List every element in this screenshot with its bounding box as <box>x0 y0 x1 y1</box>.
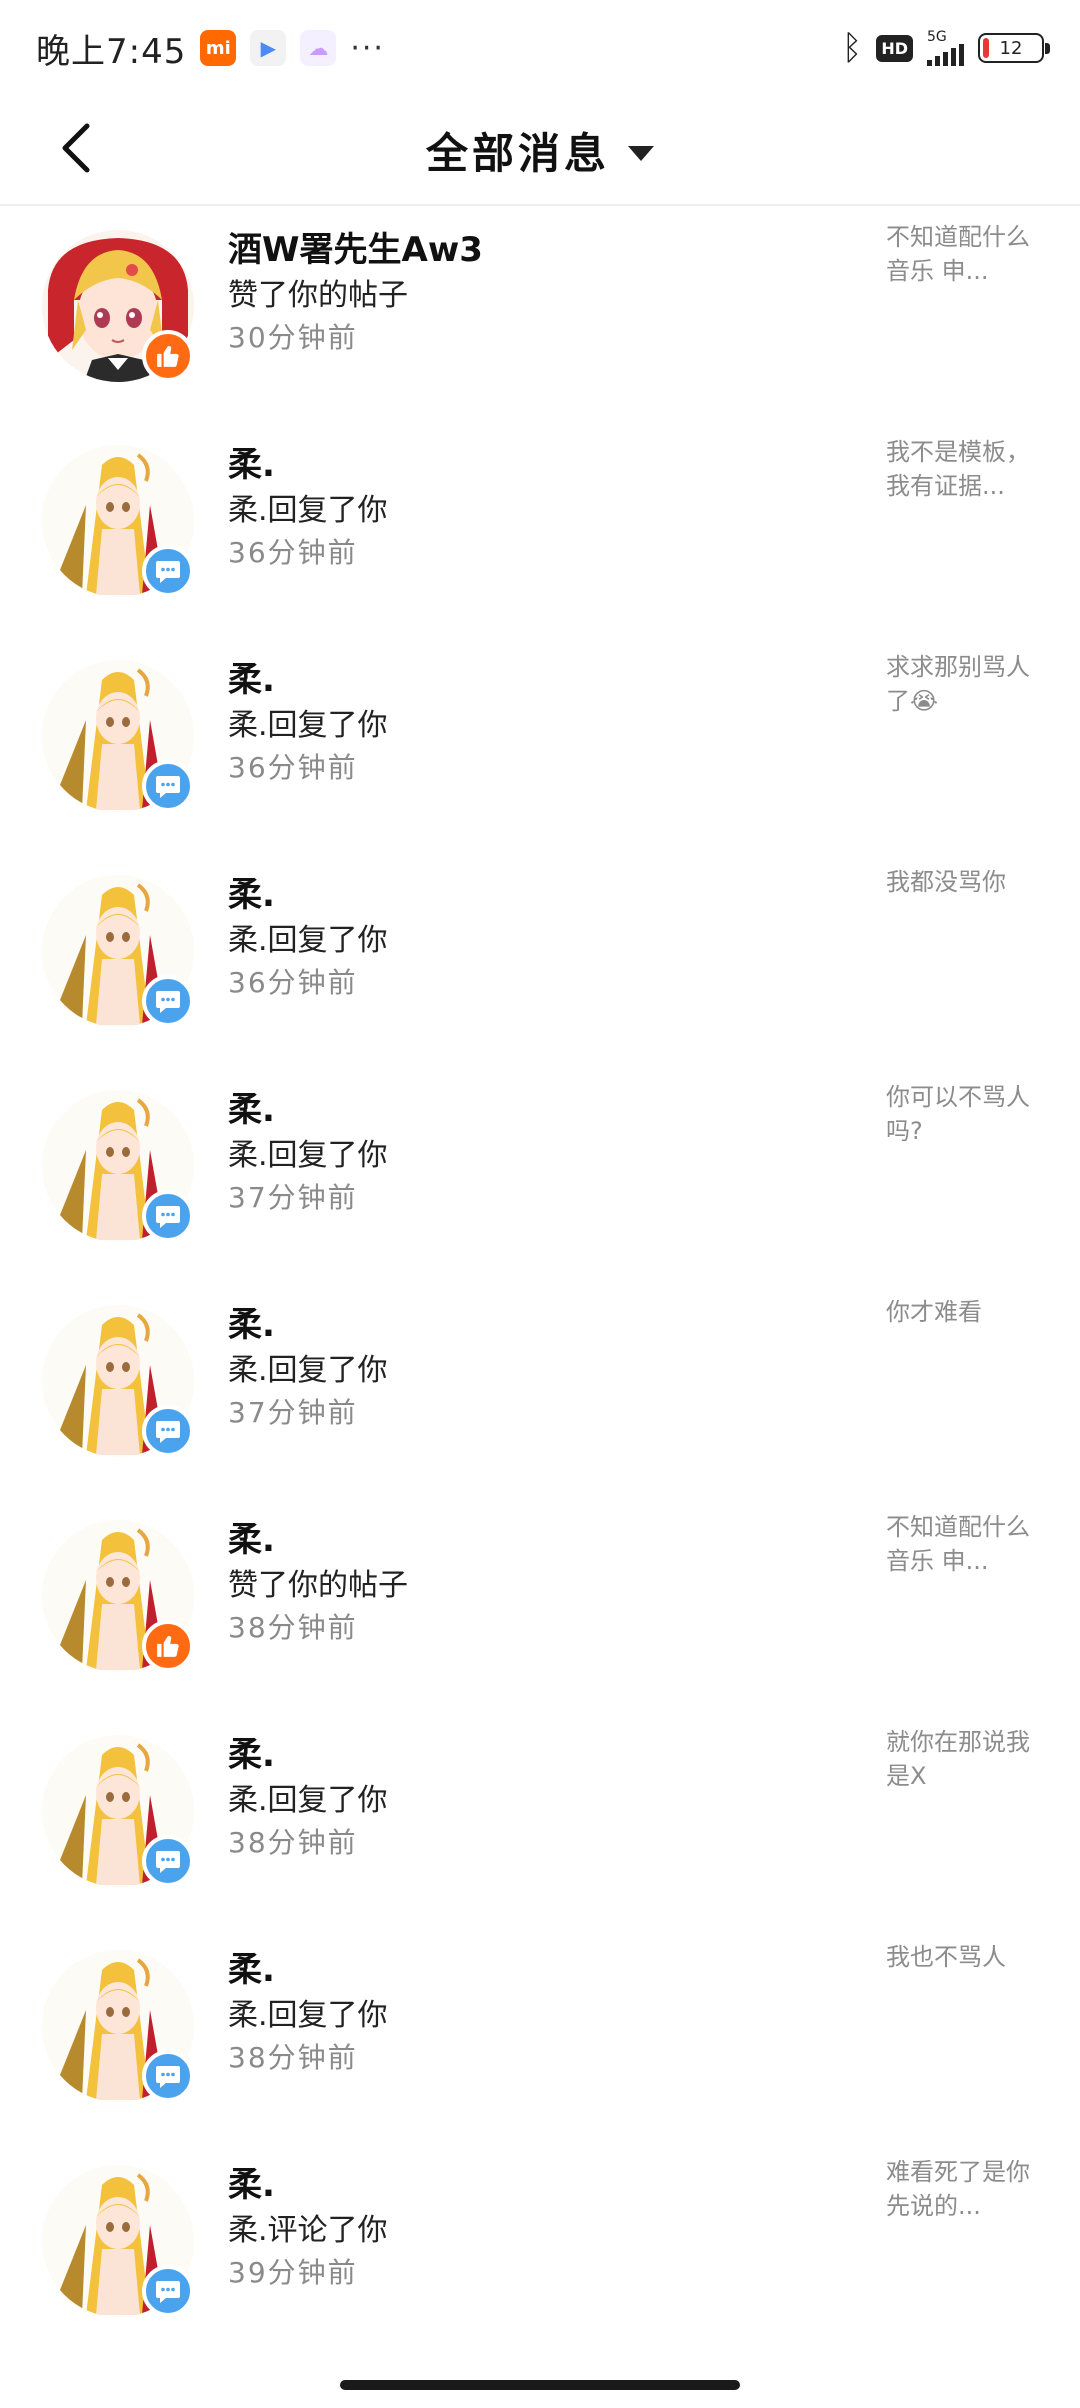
notification-type-badge <box>142 330 194 382</box>
post-preview[interactable]: 难看死了是你先说的... <box>886 2155 1036 2223</box>
notification-time: 37分钟前 <box>228 1181 358 1214</box>
notification-type-badge <box>142 1190 194 1242</box>
notification-time: 36分钟前 <box>228 966 358 999</box>
sender-name[interactable]: 柔. <box>228 1512 275 1561</box>
cloud-icon: ☁ <box>300 30 337 66</box>
comment-icon <box>156 2066 180 2088</box>
notification-row[interactable]: 柔. 柔.回复了你 36分钟前 我都没骂你 <box>0 853 1080 1068</box>
sender-name[interactable]: 柔. <box>228 1942 275 1991</box>
sender-name[interactable]: 柔. <box>228 867 275 916</box>
bluetooth-icon: ᛒ <box>841 28 863 68</box>
nav-header: 全部消息 <box>0 96 1080 206</box>
comment-icon <box>156 991 180 1013</box>
notification-row[interactable]: 柔. 赞了你的帖子 38分钟前 不知道配什么音乐 申... <box>0 1498 1080 1713</box>
notification-time: 39分钟前 <box>228 2256 358 2289</box>
network-indicator: 5G <box>927 30 964 66</box>
notification-action: 柔.回复了你 <box>228 923 388 958</box>
notification-action: 赞了你的帖子 <box>228 1568 408 1603</box>
thumbs-up-icon <box>157 346 179 367</box>
back-button[interactable] <box>46 118 106 178</box>
chevron-left-icon <box>62 123 90 173</box>
caret-down-icon <box>628 145 654 161</box>
comment-icon <box>156 1206 180 1228</box>
post-preview[interactable]: 我都没骂你 <box>886 865 1036 899</box>
notification-row[interactable]: 酒W署先生Aw3 赞了你的帖子 30分钟前 不知道配什么音乐 申... <box>0 208 1080 423</box>
battery-icon: 12 <box>978 33 1050 63</box>
status-right: ᛒ HD 5G 12 <box>841 28 1050 68</box>
play-icon: ▶ <box>250 30 287 66</box>
notification-row[interactable]: 柔. 柔.回复了你 36分钟前 求求那别骂人了😭 <box>0 638 1080 853</box>
notification-type-badge <box>142 2265 194 2317</box>
notification-time: 36分钟前 <box>228 536 358 569</box>
notification-action: 柔.回复了你 <box>228 708 388 743</box>
hd-icon: HD <box>876 34 913 62</box>
post-preview[interactable]: 你才难看 <box>886 1295 1036 1329</box>
sender-name[interactable]: 柔. <box>228 437 275 486</box>
comment-icon <box>156 776 180 798</box>
notification-row[interactable]: 柔. 柔.回复了你 36分钟前 我不是模板，我有证据... <box>0 423 1080 638</box>
notification-type-badge <box>142 1620 194 1672</box>
sender-name[interactable]: 柔. <box>228 652 275 701</box>
notification-action: 赞了你的帖子 <box>228 278 408 313</box>
sender-name[interactable]: 酒W署先生Aw3 <box>228 222 483 271</box>
signal-icon <box>927 44 964 66</box>
thumbs-up-icon <box>157 1636 179 1657</box>
comment-icon <box>156 2281 180 2303</box>
notification-type-badge <box>142 975 194 1027</box>
notification-list: 酒W署先生Aw3 赞了你的帖子 30分钟前 不知道配什么音乐 申... 柔. 柔… <box>0 208 1080 2358</box>
notification-action: 柔.回复了你 <box>228 1138 388 1173</box>
notification-type-badge <box>142 1405 194 1457</box>
notification-type-badge <box>142 2050 194 2102</box>
battery-percent: 12 <box>999 37 1023 59</box>
notification-row[interactable]: 柔. 柔.回复了你 37分钟前 你可以不骂人吗? <box>0 1068 1080 1283</box>
post-preview[interactable]: 不知道配什么音乐 申... <box>886 220 1036 288</box>
notification-action: 柔.回复了你 <box>228 1783 388 1818</box>
status-time: 晚上7:45 <box>36 31 187 72</box>
notification-type-badge <box>142 760 194 812</box>
status-left: 晚上7:45 mi ▶ ☁ ··· <box>36 24 385 73</box>
more-notifications-icon: ··· <box>350 30 385 66</box>
notification-action: 柔.回复了你 <box>228 493 388 528</box>
message-filter-dropdown[interactable]: 全部消息 <box>426 120 654 181</box>
sender-name[interactable]: 柔. <box>228 1082 275 1131</box>
notification-row[interactable]: 柔. 柔.回复了你 37分钟前 你才难看 <box>0 1283 1080 1498</box>
notification-type-badge <box>142 1835 194 1887</box>
notification-type-badge <box>142 545 194 597</box>
mi-icon: mi <box>200 30 237 66</box>
notification-time: 37分钟前 <box>228 1396 358 1429</box>
status-bar: 晚上7:45 mi ▶ ☁ ··· ᛒ HD 5G 12 <box>0 0 1080 96</box>
notification-time: 36分钟前 <box>228 751 358 784</box>
notification-time: 38分钟前 <box>228 2041 358 2074</box>
post-preview[interactable]: 不知道配什么音乐 申... <box>886 1510 1036 1578</box>
home-indicator[interactable] <box>340 2380 740 2390</box>
comment-icon <box>156 1851 180 1873</box>
notification-action: 柔.回复了你 <box>228 1353 388 1388</box>
post-preview[interactable]: 求求那别骂人了😭 <box>886 650 1036 718</box>
post-preview[interactable]: 就你在那说我是X <box>886 1725 1036 1793</box>
post-preview[interactable]: 我也不骂人 <box>886 1940 1036 1974</box>
post-preview[interactable]: 你可以不骂人吗? <box>886 1080 1036 1148</box>
page-title: 全部消息 <box>425 128 610 178</box>
notification-time: 30分钟前 <box>228 321 358 354</box>
notification-row[interactable]: 柔. 柔.回复了你 38分钟前 我也不骂人 <box>0 1928 1080 2143</box>
comment-icon <box>156 561 180 583</box>
notification-action: 柔.评论了你 <box>228 2213 388 2248</box>
battery-level <box>983 38 989 58</box>
notification-action: 柔.回复了你 <box>228 1998 388 2033</box>
notification-time: 38分钟前 <box>228 1826 358 1859</box>
sender-name[interactable]: 柔. <box>228 1727 275 1776</box>
notification-row[interactable]: 柔. 柔.评论了你 39分钟前 难看死了是你先说的... <box>0 2143 1080 2358</box>
sender-name[interactable]: 柔. <box>228 2157 275 2206</box>
notification-time: 38分钟前 <box>228 1611 358 1644</box>
notification-row[interactable]: 柔. 柔.回复了你 38分钟前 就你在那说我是X <box>0 1713 1080 1928</box>
comment-icon <box>156 1421 180 1443</box>
network-label: 5G <box>927 29 947 45</box>
sender-name[interactable]: 柔. <box>228 1297 275 1346</box>
post-preview[interactable]: 我不是模板，我有证据... <box>886 435 1036 503</box>
